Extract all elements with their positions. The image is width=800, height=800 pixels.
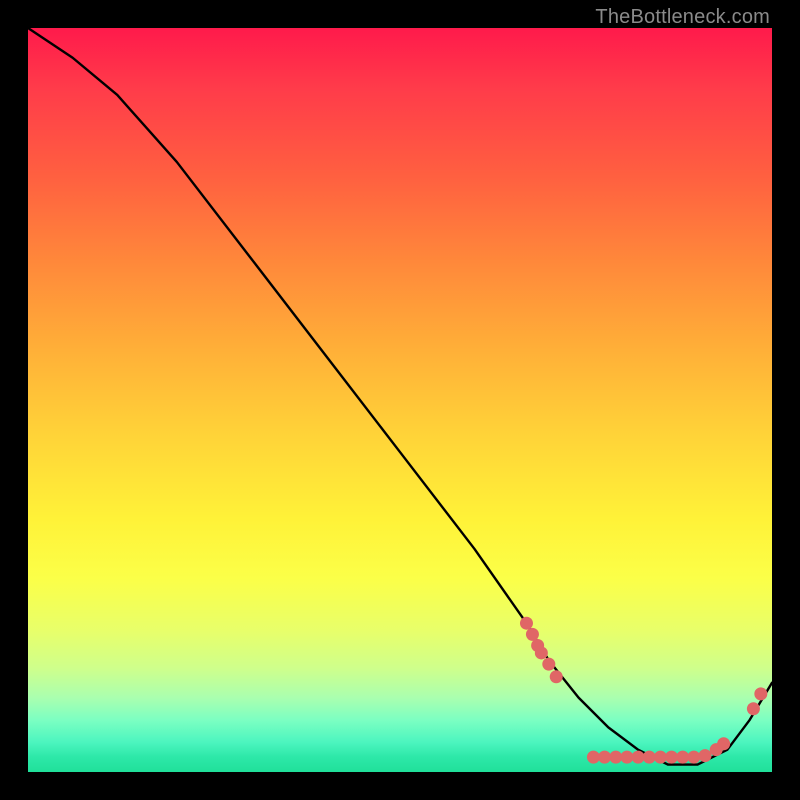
- curve-marker: [550, 670, 563, 683]
- curve-marker: [587, 751, 600, 764]
- curve-marker: [665, 751, 678, 764]
- curve-marker: [717, 737, 730, 750]
- curve-marker: [542, 658, 555, 671]
- plot-area: [28, 28, 772, 772]
- curve-marker: [676, 751, 689, 764]
- curve-marker: [747, 702, 760, 715]
- bottleneck-curve-line: [28, 28, 772, 765]
- watermark-text: TheBottleneck.com: [595, 6, 770, 29]
- curve-marker: [654, 751, 667, 764]
- curve-marker: [526, 628, 539, 641]
- curve-marker: [754, 687, 767, 700]
- curve-marker: [643, 751, 656, 764]
- curve-marker: [535, 646, 548, 659]
- chart-container: TheBottleneck.com: [0, 0, 800, 800]
- curve-marker: [520, 617, 533, 630]
- curve-markers: [520, 617, 767, 764]
- curve-marker: [620, 751, 633, 764]
- curve-marker: [609, 751, 622, 764]
- curve-marker: [687, 751, 700, 764]
- chart-svg: [28, 28, 772, 772]
- curve-marker: [632, 751, 645, 764]
- curve-marker: [699, 749, 712, 762]
- curve-marker: [598, 751, 611, 764]
